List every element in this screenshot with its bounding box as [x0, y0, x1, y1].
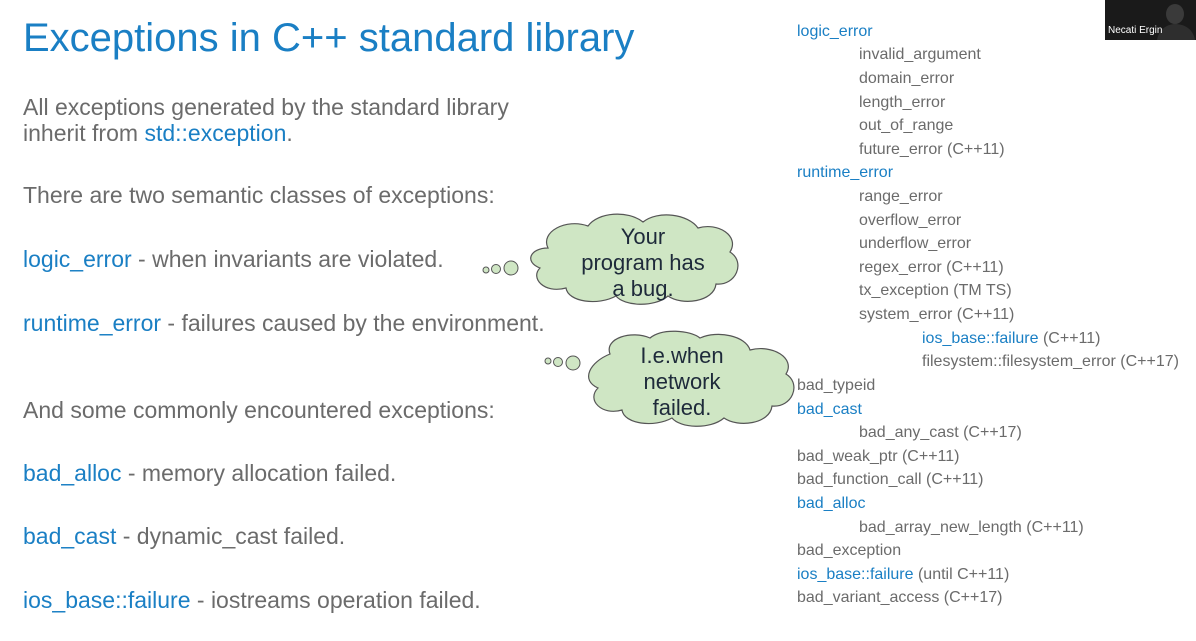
hierarchy-item: filesystem::filesystem_error (C++17): [922, 353, 1179, 370]
intro-line-1: All exceptions generated by the standard…: [23, 94, 509, 120]
hierarchy-item: bad_any_cast (C++17): [859, 424, 1022, 441]
hierarchy-item: invalid_argument: [859, 46, 981, 63]
hierarchy-item: range_error: [859, 188, 943, 205]
hierarchy-item: bad_function_call (C++11): [797, 471, 984, 488]
intro-paragraph: All exceptions generated by the standard…: [23, 94, 509, 146]
hierarchy-item: length_error: [859, 94, 946, 111]
bad-alloc-term: bad_alloc: [23, 460, 122, 486]
hierarchy-item: tx_exception (TM TS): [859, 282, 1012, 299]
cloud-network-line-3: failed.: [652, 395, 712, 420]
ios-failure-desc: - iostreams operation failed.: [190, 587, 481, 613]
ios-failure-term: ios_base::failure: [23, 587, 191, 613]
bad-cast-desc: - dynamic_cast failed.: [116, 523, 346, 549]
cloud-network-line-1: I.e.when: [640, 343, 724, 368]
bad-cast-line: bad_cast - dynamic_cast failed.: [23, 523, 345, 549]
cloud-bug-text: Your program has a bug.: [568, 224, 718, 302]
intro-line-2-post: .: [286, 120, 293, 146]
hierarchy-item: bad_weak_ptr (C++11): [797, 448, 960, 465]
cloud-bug-line-1: Your: [620, 224, 666, 249]
semantic-heading: There are two semantic classes of except…: [23, 182, 495, 208]
logic-error-line: logic_error - when invariants are violat…: [23, 246, 444, 272]
intro-line-2-pre: inherit from: [23, 120, 145, 146]
runtime-error-line: runtime_error - failures caused by the e…: [23, 310, 545, 336]
hierarchy-item: bad_typeid: [797, 377, 876, 394]
webcam-name-label: Necati Ergin: [1108, 25, 1163, 36]
hierarchy-item: ios_base::failure (C++11): [922, 330, 1101, 347]
logic-error-desc: - when invariants are violated.: [131, 246, 444, 272]
hierarchy-item: bad_alloc: [797, 495, 866, 512]
hierarchy-item: bad_variant_access (C++17): [797, 589, 1003, 606]
hierarchy-item: future_error (C++11): [859, 141, 1005, 158]
logic-error-term: logic_error: [23, 246, 132, 272]
hierarchy-item: logic_error: [797, 23, 873, 40]
hierarchy-item: bad_array_new_length (C++11): [859, 519, 1084, 536]
hierarchy-item: bad_exception: [797, 542, 902, 559]
common-heading: And some commonly encountered exceptions…: [23, 397, 495, 423]
hierarchy-item: out_of_range: [859, 117, 954, 134]
hierarchy-item: bad_cast: [797, 401, 862, 418]
std-exception-link: std::exception: [144, 120, 287, 146]
hierarchy-item: overflow_error: [859, 212, 962, 229]
hierarchy-item: ios_base::failure (until C++11): [797, 566, 1010, 583]
cloud-bug-line-2: program has: [581, 250, 705, 275]
hierarchy-item: domain_error: [859, 70, 955, 87]
bad-alloc-desc: - memory allocation failed.: [121, 460, 397, 486]
runtime-error-term: runtime_error: [23, 310, 162, 336]
hierarchy-item: runtime_error: [797, 164, 894, 181]
cloud-network-text: I.e.when network failed.: [612, 343, 752, 421]
ios-failure-line: ios_base::failure - iostreams operation …: [23, 587, 481, 613]
hierarchy-item: regex_error (C++11): [859, 259, 1004, 276]
bad-cast-term: bad_cast: [23, 523, 117, 549]
runtime-error-desc: - failures caused by the environment.: [161, 310, 545, 336]
bad-alloc-line: bad_alloc - memory allocation failed.: [23, 460, 396, 486]
webcam-thumbnail: Necati Ergin: [1105, 0, 1196, 40]
cloud-bug-line-3: a bug.: [612, 276, 674, 301]
slide-title: Exceptions in C++ standard library: [23, 16, 635, 60]
hierarchy-item: underflow_error: [859, 235, 972, 252]
cloud-network-line-2: network: [643, 369, 721, 394]
hierarchy-item: system_error (C++11): [859, 306, 1015, 323]
